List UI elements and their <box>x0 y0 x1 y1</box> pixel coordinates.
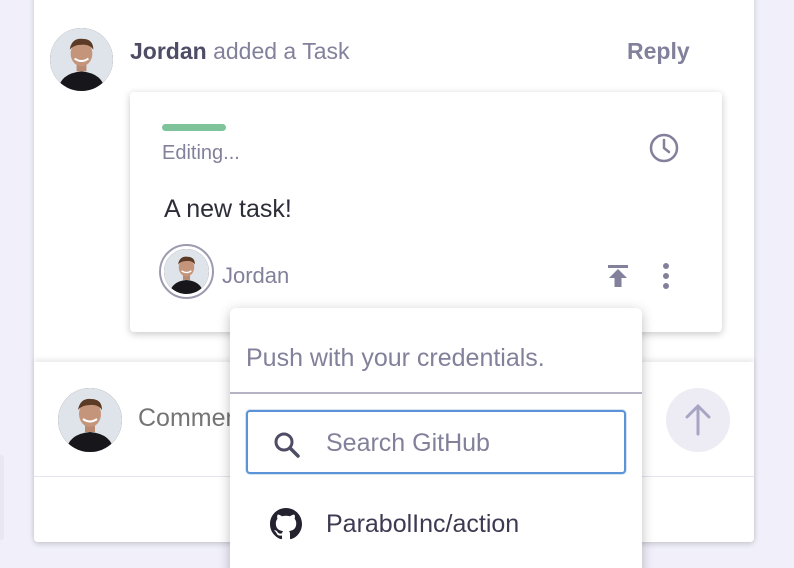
comment-input[interactable] <box>138 404 238 433</box>
adjacent-panel-edge <box>0 455 4 540</box>
status-indicator <box>162 124 226 131</box>
more-vertical-icon[interactable] <box>652 260 680 292</box>
editing-status: Editing... <box>162 142 240 164</box>
reply-button[interactable]: Reply <box>627 38 690 65</box>
clock-icon[interactable] <box>648 132 680 164</box>
assignee-name[interactable]: Jordan <box>222 263 289 289</box>
search-input[interactable] <box>326 424 616 462</box>
menu-title: Push with your credentials. <box>246 344 545 372</box>
repo-label: ParabolInc/action <box>326 510 520 538</box>
send-button[interactable] <box>666 388 730 452</box>
repo-option[interactable]: ParabolInc/action <box>230 498 642 548</box>
action-text: added a Task <box>213 38 350 64</box>
author-avatar <box>50 28 113 91</box>
push-to-top-icon[interactable] <box>604 262 632 290</box>
push-menu: Push with your credentials. ParabolInc/a… <box>230 308 642 568</box>
search-icon <box>272 430 302 460</box>
assignee-avatar[interactable] <box>159 244 214 299</box>
arrow-up-icon <box>685 404 711 436</box>
author-name: Jordan <box>130 38 207 64</box>
github-icon <box>270 508 302 540</box>
thread-header: Jordan added a Task <box>130 38 349 65</box>
search-field[interactable] <box>246 410 626 474</box>
viewer-avatar <box>58 388 122 452</box>
menu-divider <box>230 392 642 394</box>
task-card[interactable]: Editing... A new task! Jordan <box>130 92 722 332</box>
task-content[interactable]: A new task! <box>164 195 292 224</box>
